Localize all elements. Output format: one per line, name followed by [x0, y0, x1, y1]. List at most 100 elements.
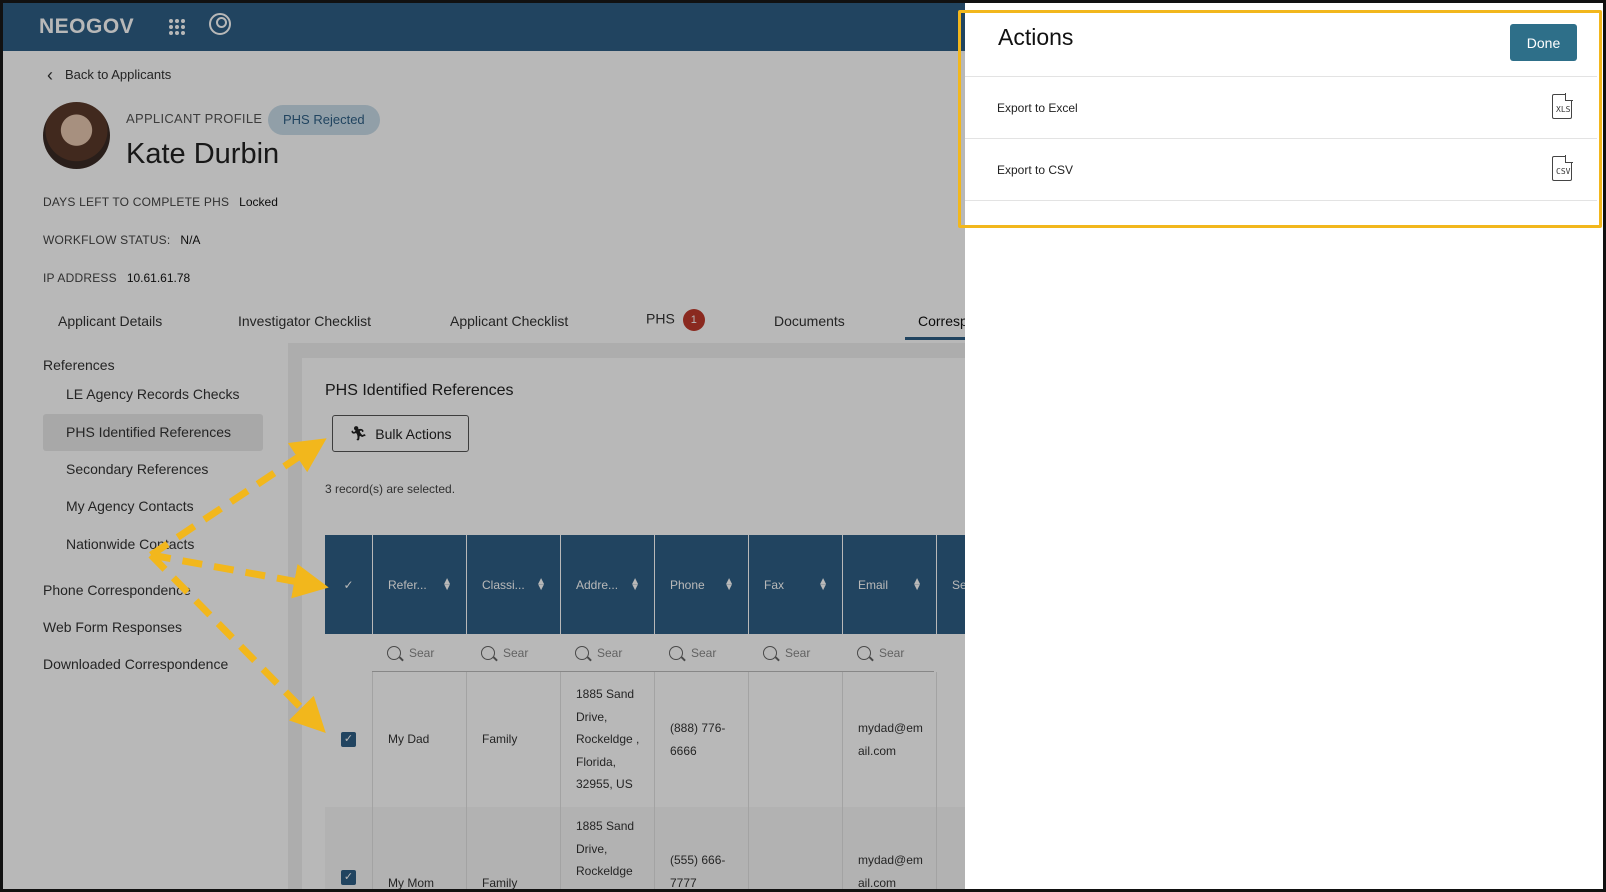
sidebar-section-phone-correspondence[interactable]: Phone Correspondence	[43, 582, 191, 598]
cell-fax	[748, 807, 842, 889]
cell-address: 1885 Sand Drive, Rockeldge	[560, 807, 654, 889]
apps-grid-icon[interactable]	[169, 19, 185, 35]
bulk-actions-button[interactable]: 🏃︎ Bulk Actions	[332, 415, 469, 452]
selection-count-text: 3 record(s) are selected.	[325, 482, 456, 496]
column-header-address[interactable]: Addre... ▲ ▼	[560, 535, 654, 634]
export-csv-action[interactable]: Export to CSV CSV	[965, 139, 1597, 200]
tab-documents[interactable]: Documents	[774, 313, 845, 329]
filter-placeholder: Sear	[503, 646, 529, 660]
sidebar-item-secondary-references[interactable]: Secondary References	[43, 451, 263, 488]
tab-investigator-checklist[interactable]: Investigator Checklist	[238, 313, 371, 329]
sidebar-item-phs-identified-references[interactable]: PHS Identified References	[43, 414, 263, 451]
cell-se	[936, 807, 965, 889]
search-icon	[857, 646, 871, 660]
table-header: ✓ Refer... ▲ ▼ Classi... ▲ ▼ Addre... ▲ ▼ Phon…	[325, 535, 965, 634]
top-navigation-bar: NEOGOV	[3, 3, 965, 51]
cell-email: mydad@email.com	[842, 672, 936, 807]
sidebar-item-nationwide-contacts[interactable]: Nationwide Contacts	[43, 526, 263, 563]
filter-phone[interactable]: Sear	[654, 634, 748, 672]
ip-address-value: 10.61.61.78	[126, 271, 191, 285]
running-person-icon: 🏃︎	[349, 425, 368, 441]
tab-applicant-checklist[interactable]: Applicant Checklist	[450, 313, 568, 329]
tab-correspondence[interactable]: Corresp	[918, 313, 965, 329]
sidebar-item-le-agency-records[interactable]: LE Agency Records Checks	[43, 376, 263, 413]
row-checkbox[interactable]: ✓	[341, 870, 356, 885]
back-link-label: Back to Applicants	[65, 67, 172, 82]
column-header-phone[interactable]: Phone ▲ ▼	[654, 535, 748, 634]
cell-classification: Family	[466, 672, 560, 807]
sort-icon[interactable]: ▲ ▼	[818, 576, 828, 592]
filter-reference[interactable]: Sear	[372, 634, 466, 672]
column-header-reference[interactable]: Refer... ▲ ▼	[372, 535, 466, 634]
drawer-title: Actions	[998, 24, 1074, 50]
sidebar-section-downloaded-correspondence[interactable]: Downloaded Correspondence	[43, 656, 228, 672]
ip-address-label: IP ADDRESS	[43, 271, 117, 285]
user-circle-icon[interactable]	[209, 13, 231, 35]
search-icon	[575, 646, 589, 660]
search-icon	[481, 646, 495, 660]
profile-label: APPLICANT PROFILE	[126, 111, 263, 126]
back-to-applicants-link[interactable]: ‹ Back to Applicants	[47, 66, 172, 84]
phs-count-badge: 1	[682, 309, 705, 331]
select-all-checkbox[interactable]: ✓	[325, 535, 372, 634]
sort-icon[interactable]: ▲ ▼	[912, 576, 922, 592]
xls-icon-text: XLS	[1556, 105, 1571, 114]
workflow-status-label: WORKFLOW STATUS:	[43, 233, 171, 247]
column-header-classification[interactable]: Classi... ▲ ▼	[466, 535, 560, 634]
row-checkbox[interactable]: ✓	[341, 732, 356, 747]
column-header-label: Fax	[764, 577, 785, 592]
days-left-value: Locked	[239, 195, 278, 209]
filter-classification[interactable]: Sear	[466, 634, 560, 672]
applicant-name: Kate Durbin	[126, 138, 280, 170]
xls-file-icon: XLS	[1552, 93, 1573, 119]
sort-icon[interactable]: ▲ ▼	[724, 576, 734, 592]
sidebar-section-web-form-responses[interactable]: Web Form Responses	[43, 619, 182, 635]
filter-placeholder: Sear	[409, 646, 435, 660]
bulk-actions-label: Bulk Actions	[375, 425, 452, 442]
csv-file-icon: CSV	[1552, 155, 1573, 181]
filter-email[interactable]: Sear	[842, 634, 936, 672]
table-row[interactable]: ✓ My Dad Family 1885 Sand Drive, Rockeld…	[325, 672, 965, 807]
active-tab-indicator	[905, 337, 965, 340]
column-header-label: Addre...	[576, 577, 619, 592]
sort-icon[interactable]: ▲ ▼	[442, 576, 452, 592]
days-left-label: DAYS LEFT TO COMPLETE PHS	[43, 195, 230, 209]
workflow-status-value: N/A	[180, 233, 201, 247]
sidebar-nav: References LE Agency Records Checks PHS …	[3, 343, 288, 889]
profile-tabs: Applicant Details Investigator Checklist…	[3, 301, 965, 341]
days-left-row: DAYS LEFT TO COMPLETE PHS Locked	[43, 195, 278, 209]
workflow-status-row: WORKFLOW STATUS: N/A	[43, 233, 200, 247]
tab-applicant-details[interactable]: Applicant Details	[58, 313, 162, 329]
sort-icon[interactable]: ▲ ▼	[630, 576, 640, 592]
column-header-label: Se	[952, 577, 965, 592]
export-csv-label: Export to CSV	[997, 163, 1074, 177]
column-header-label: Phone	[670, 577, 705, 592]
sidebar-item-my-agency-contacts[interactable]: My Agency Contacts	[43, 488, 263, 525]
search-icon	[387, 646, 401, 660]
cell-phone: (888) 776-6666	[654, 672, 748, 807]
app-window: NEOGOV ‹ Back to Applicants APPLICANT PR…	[3, 3, 965, 889]
column-header-label: Refer...	[388, 577, 427, 592]
column-header-email[interactable]: Email ▲ ▼	[842, 535, 936, 634]
export-excel-action[interactable]: Export to Excel XLS	[965, 77, 1597, 138]
table-row[interactable]: ✓ My Mom Family 1885 Sand Drive, Rockeld…	[325, 807, 965, 889]
export-excel-label: Export to Excel	[997, 101, 1078, 115]
filter-placeholder: Sear	[691, 646, 717, 660]
done-button[interactable]: Done	[1510, 24, 1577, 61]
filter-placeholder: Sear	[597, 646, 623, 660]
section-title: PHS Identified References	[325, 382, 514, 399]
filter-placeholder: Sear	[785, 646, 811, 660]
column-header-fax[interactable]: Fax ▲ ▼	[748, 535, 842, 634]
tab-phs-label: PHS	[646, 310, 675, 327]
search-icon	[763, 646, 777, 660]
filter-row: Sear Sear Sear Sear Sear Sear	[372, 634, 934, 672]
sort-icon[interactable]: ▲ ▼	[536, 576, 546, 592]
filter-address[interactable]: Sear	[560, 634, 654, 672]
column-header-se[interactable]: Se	[936, 535, 965, 634]
tab-phs[interactable]: PHS 1	[646, 309, 705, 331]
cell-address: 1885 Sand Drive, Rockeldge , Florida, 32…	[560, 672, 654, 807]
filter-fax[interactable]: Sear	[748, 634, 842, 672]
neogov-logo[interactable]: NEOGOV	[39, 15, 134, 39]
cell-phone: (555) 666-7777	[654, 807, 748, 889]
sidebar-section-references[interactable]: References	[43, 357, 115, 373]
